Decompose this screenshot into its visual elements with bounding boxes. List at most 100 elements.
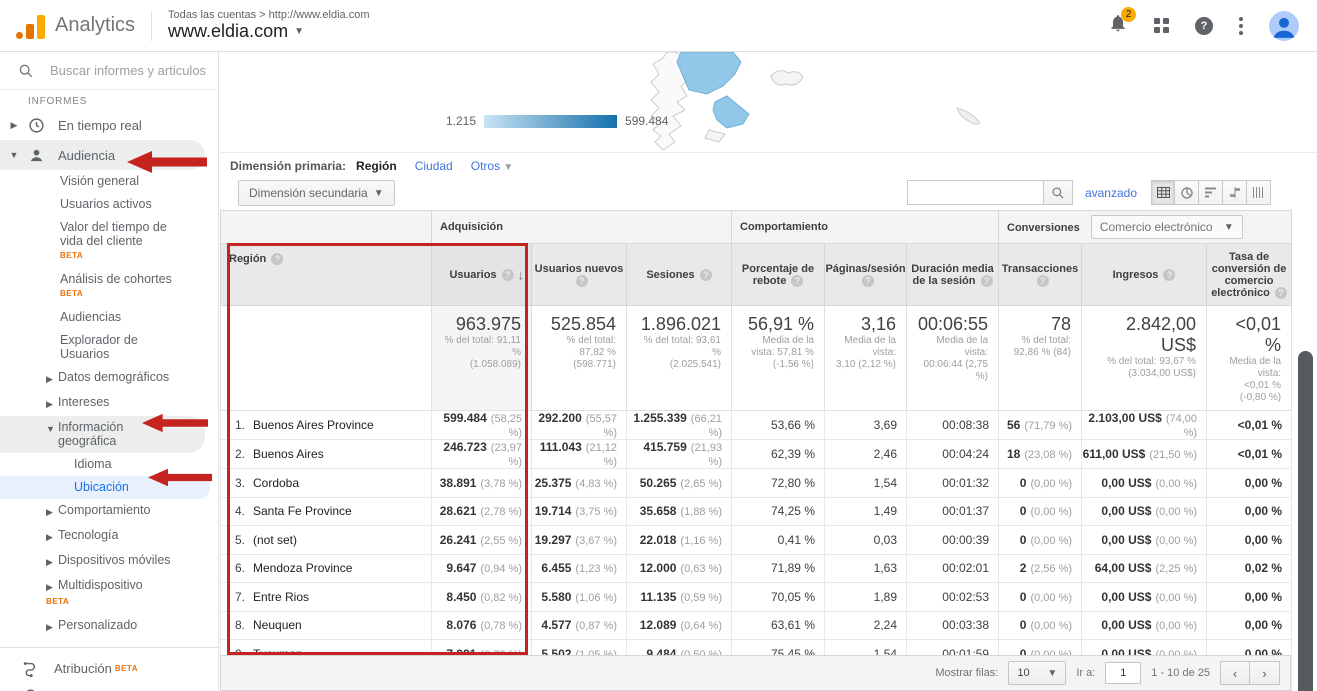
sidebar-item-language[interactable]: Idioma [0,453,218,476]
sidebar-item-mobile[interactable]: ▶Dispositivos móviles [0,549,218,574]
help-icon[interactable]: ? [700,269,712,281]
sidebar-item-realtime[interactable]: ▶ En tiempo real [0,110,218,140]
primary-dimension-row: Dimensión primaria: Región Ciudad Otros … [220,152,1317,178]
map-island-arc[interactable] [957,108,980,124]
sidebar-item-audiences[interactable]: Audiencias [0,306,218,329]
view-pivot-button[interactable] [1247,180,1271,205]
table-search-input[interactable] [907,180,1043,205]
advanced-filter-link[interactable]: avanzado [1085,186,1137,200]
row-rank: 1. [227,418,253,432]
help-icon[interactable]: ? [576,275,588,287]
col-header-sessions[interactable]: Sesiones? [627,244,732,306]
sidebar-item-active-users[interactable]: Usuarios activos [0,193,218,216]
help-icon[interactable]: ? [1163,269,1175,281]
col-header-transactions[interactable]: Transacciones? [999,244,1082,306]
more-menu-icon[interactable] [1239,17,1243,35]
region-link[interactable]: Neuquen [253,618,302,632]
region-link[interactable]: Mendoza Province [253,561,352,575]
goto-page-input[interactable] [1105,662,1141,684]
sidebar-item-technology[interactable]: ▶Tecnología [0,524,218,549]
legend-min: 1.215 [446,114,476,128]
goto-label: Ir a: [1076,667,1095,679]
region-link[interactable]: Entre Rios [253,590,309,604]
sort-desc-icon: ↓ [518,267,525,282]
help-icon[interactable]: ? [502,269,514,281]
view-comparison-button[interactable] [1223,180,1247,205]
region-link[interactable]: Buenos Aires [253,447,324,461]
map-region-highlighted[interactable] [677,52,741,94]
table-row: 7.Entre Rios 8.450(0,82 %) 5.580(1,06 %)… [221,583,1292,612]
dimension-region[interactable]: Región [356,159,397,173]
sidebar-item-user-explorer[interactable]: Explorador de Usuarios [0,329,218,366]
chevron-down-icon[interactable]: ▼ [8,150,20,160]
help-icon[interactable]: ? [1275,287,1287,299]
analytics-logo-icon[interactable] [16,13,45,39]
region-link[interactable]: Santa Fe Province [253,504,352,518]
property-selector[interactable]: www.eldia.com ▼ [168,21,369,42]
clock-icon [26,117,46,134]
geo-map[interactable] [615,52,1095,152]
attribution-icon [20,660,40,677]
help-icon[interactable]: ? [1195,17,1213,35]
view-table-button[interactable] [1151,180,1175,205]
secondary-dimension-button[interactable]: Dimensión secundaria ▼ [238,180,395,206]
help-icon[interactable]: ? [271,253,283,265]
rows-per-page-select[interactable]: 10▼ [1008,661,1066,685]
map-region-highlighted-2[interactable] [713,96,749,128]
sidebar-item-demographics[interactable]: ▶Datos demográficos [0,366,218,391]
col-header-revenue[interactable]: Ingresos? [1082,244,1207,306]
ecommerce-selector[interactable]: Comercio electrónico▼ [1091,215,1243,239]
sidebar-search[interactable] [0,52,218,90]
map-region-gray[interactable] [705,130,725,142]
prev-page-button[interactable]: ‹ [1220,661,1250,685]
help-icon[interactable]: ? [791,275,803,287]
col-header-pages[interactable]: Páginas/sesión? [825,244,907,306]
table-row: 5.(not set) 26.241(2,55 %) 19.297(3,67 %… [221,526,1292,555]
help-icon[interactable]: ? [862,275,874,287]
table-search-button[interactable] [1043,180,1073,205]
sidebar-item-lifetime-value[interactable]: Valor del tiempo de vida del clienteBETA [0,216,218,268]
col-header-bounce[interactable]: Porcentaje de rebote? [732,244,825,306]
vertical-scrollbar[interactable] [1298,351,1313,691]
table-body: 1.Buenos Aires Province 599.484(58,25 %)… [221,411,1292,691]
pivot-icon [1252,187,1265,198]
sidebar-item-attribution[interactable]: Atribución BETA [0,654,218,682]
sidebar-item-discover[interactable]: Descubrir [0,682,218,691]
search-input[interactable] [50,63,210,78]
row-rank: 8. [227,618,253,632]
col-header-rate[interactable]: Tasa de conversión de comercio electróni… [1207,244,1292,306]
region-link[interactable]: Cordoba [253,476,299,490]
chevron-right-icon: ▶ [46,555,58,569]
col-header-users[interactable]: Usuarios?↓ [432,244,532,306]
col-header-new-users[interactable]: Usuarios nuevos? [532,244,627,306]
region-link[interactable]: (not set) [253,533,297,547]
sidebar-item-audience[interactable]: ▼ Audiencia [0,140,205,170]
dimension-city[interactable]: Ciudad [415,159,453,173]
sidebar-item-cohorts[interactable]: Análisis de cohortesBETA [0,268,218,306]
notifications-button[interactable]: 2 [1108,13,1128,38]
lightbulb-icon [20,688,40,691]
summary-pages: 3,16Media de la vista:3,10 (2,12 %) [825,306,907,411]
sidebar-item-custom[interactable]: ▶Personalizado [0,614,218,639]
help-icon[interactable]: ? [981,275,993,287]
sidebar-item-location[interactable]: Ubicación [0,476,210,499]
map-islands[interactable] [771,71,803,85]
sidebar-item-behavior[interactable]: ▶Comportamiento [0,499,218,524]
sidebar-item-overview[interactable]: Visión general [0,170,218,193]
col-header-duration[interactable]: Duración media de la sesión? [907,244,999,306]
view-performance-button[interactable] [1199,180,1223,205]
dimension-other[interactable]: Otros ▼ [471,159,514,173]
sidebar-item-geo[interactable]: ▼Información geográfica [0,416,205,453]
apps-grid-icon[interactable] [1154,18,1169,33]
sidebar-item-interests[interactable]: ▶Intereses [0,391,218,416]
avatar[interactable] [1269,11,1299,41]
next-page-button[interactable]: › [1250,661,1280,685]
chevron-right-icon[interactable]: ▶ [8,120,20,131]
search-icon [1051,186,1065,200]
view-percentage-button[interactable] [1175,180,1199,205]
help-icon[interactable]: ? [1037,275,1049,287]
region-link[interactable]: Buenos Aires Province [253,418,374,432]
pagination-bar: Mostrar filas: 10▼ Ir a: 1 - 10 de 25 ‹ … [220,655,1291,691]
col-header-region[interactable]: Región? [221,244,432,306]
sidebar-item-cross-device[interactable]: ▶MultidispositivoBETA [0,574,218,614]
